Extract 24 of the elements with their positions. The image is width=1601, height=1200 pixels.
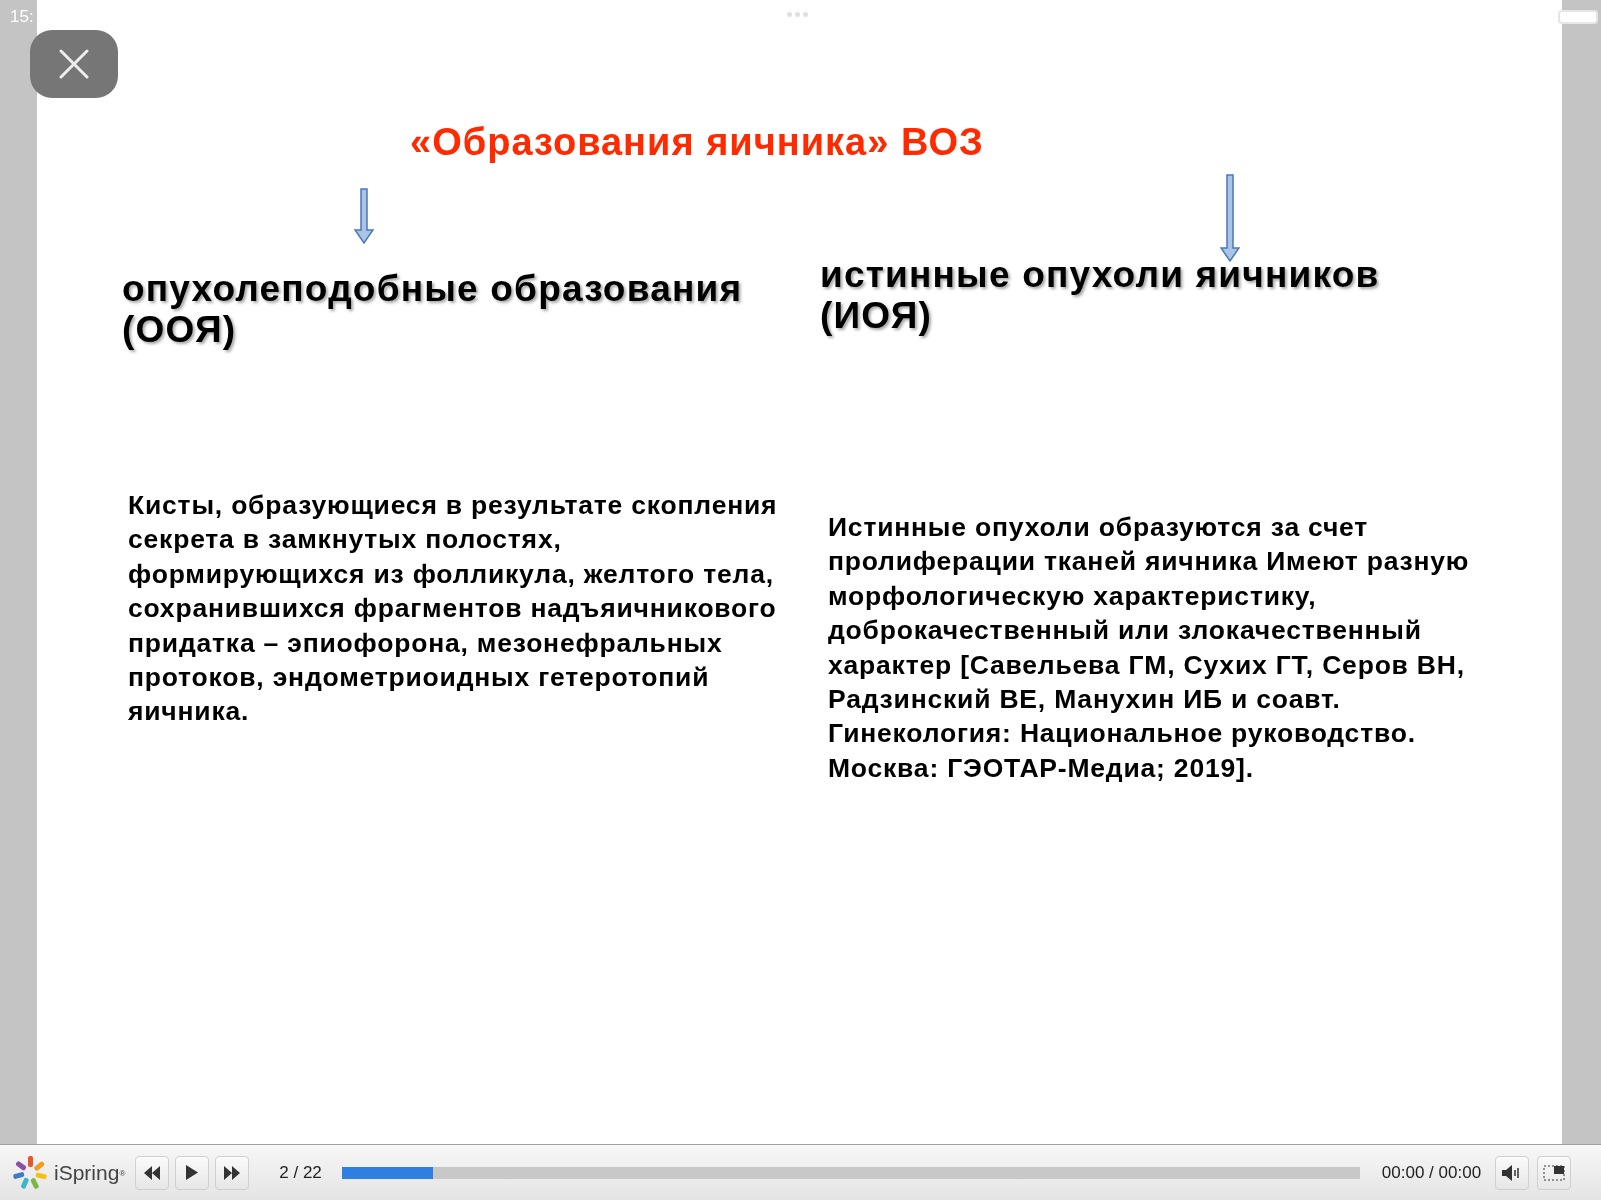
play-icon (186, 1165, 199, 1180)
column-text: Истинные опухоли образуются за счет пролиферации тканей яичника Имеют разную морфологическую характеристику, доброкачественный или злокачественный характер [Савельева ГМ, Сухих ГТ, Серов ВН, Радзинский ВЕ, Манухин ИБ и соавт. Гинекология: Национальное руководство. Москва: ГЭОТАР-Медиа; 2019]. (827, 511, 1471, 785)
volume-button[interactable] (1495, 1155, 1530, 1190)
close-button[interactable] (30, 30, 118, 98)
down-arrow-icon (1220, 174, 1240, 262)
column-heading: опухолеподобные образования (ООЯ) (122, 268, 744, 350)
column-heading: истинные опухоли яичников (ИОЯ) (820, 254, 1381, 336)
play-button[interactable] (175, 1155, 210, 1190)
close-icon (59, 49, 89, 79)
status-time: 15: (10, 6, 34, 28)
fullscreen-button[interactable] (1537, 1155, 1572, 1190)
fullscreen-icon (1543, 1164, 1566, 1181)
down-arrow-icon (354, 188, 374, 244)
column-text: Кисты, образующиеся в результате скопления секрета в замкнутых полостях, формирующихся из фолликула, желтого тела, сохранившихся фрагментов надъяичникового придатка – эпиофорона, мезонефральных протоков, эндометриоидных гетеротопий яичника. (127, 489, 779, 729)
brand-name: iSpring$^{®}$ (54, 1159, 126, 1186)
fast-forward-icon (224, 1165, 241, 1180)
rewind-icon (144, 1165, 161, 1180)
slide-counter: 2 / 22 (279, 1161, 322, 1184)
playback-time: 00:00 / 00:00 (1381, 1161, 1482, 1184)
slide-title: «Образования яичника» ВОЗ (410, 120, 985, 165)
rewind-button[interactable] (135, 1155, 170, 1190)
drag-handle-icon (787, 12, 808, 17)
ispring-logo-icon (12, 1154, 48, 1191)
fast-forward-button[interactable] (215, 1155, 250, 1190)
